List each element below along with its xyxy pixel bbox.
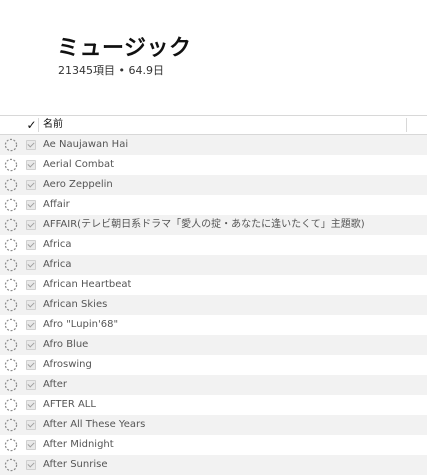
song-name: After <box>43 379 68 390</box>
dashed-circle-icon[interactable] <box>4 338 18 352</box>
song-checkbox[interactable] <box>26 200 36 210</box>
table-row[interactable]: Afro Blue <box>0 335 427 355</box>
song-checkbox[interactable] <box>26 140 36 150</box>
song-checkbox[interactable] <box>26 420 36 430</box>
table-row[interactable]: After Sunrise <box>0 455 427 475</box>
song-name: Afro "Lupin'68" <box>43 319 119 330</box>
table-row[interactable]: Africa <box>0 255 427 275</box>
song-name: Africa <box>43 239 72 250</box>
table-row[interactable]: Aerial Combat <box>0 155 427 175</box>
song-checkbox[interactable] <box>26 380 36 390</box>
library-header: ミュージック 21345項目 • 64.9日 <box>0 0 427 112</box>
song-checkbox[interactable] <box>26 400 36 410</box>
song-checkbox[interactable] <box>26 260 36 270</box>
song-name: African Skies <box>43 299 108 310</box>
name-column-header[interactable]: 名前 <box>43 116 63 134</box>
song-name: After All These Years <box>43 419 146 430</box>
library-summary: 21345項目 • 64.9日 <box>58 64 164 77</box>
table-row[interactable]: Ae Naujawan Hai <box>0 135 427 155</box>
table-row[interactable]: AFTER ALL <box>0 395 427 415</box>
column-divider[interactable] <box>38 118 39 132</box>
dashed-circle-icon[interactable] <box>4 318 18 332</box>
song-table: ✓ 名前 Ae Naujawan Hai Aerial Combat Aero Ze… <box>0 115 427 475</box>
page-title: ミュージック <box>57 36 192 61</box>
table-row[interactable]: Aero Zeppelin <box>0 175 427 195</box>
dashed-circle-icon[interactable] <box>4 138 18 152</box>
dashed-circle-icon[interactable] <box>4 158 18 172</box>
table-row[interactable]: Africa <box>0 235 427 255</box>
song-name: Afro Blue <box>43 339 89 350</box>
table-row[interactable]: African Heartbeat <box>0 275 427 295</box>
table-row[interactable]: After Midnight <box>0 435 427 455</box>
song-checkbox[interactable] <box>26 340 36 350</box>
song-list: Ae Naujawan Hai Aerial Combat Aero Zeppeli… <box>0 135 427 475</box>
song-checkbox[interactable] <box>26 160 36 170</box>
table-row[interactable]: Afro "Lupin'68" <box>0 315 427 335</box>
dashed-circle-icon[interactable] <box>4 418 18 432</box>
table-row[interactable]: After All These Years <box>0 415 427 435</box>
dashed-circle-icon[interactable] <box>4 458 18 472</box>
song-name: Aerial Combat <box>43 159 115 170</box>
dashed-circle-icon[interactable] <box>4 298 18 312</box>
column-divider[interactable] <box>406 118 407 132</box>
table-row[interactable]: Affair <box>0 195 427 215</box>
song-name: Affair <box>43 199 70 210</box>
dashed-circle-icon[interactable] <box>4 258 18 272</box>
table-row[interactable]: AFFAIR(テレビ朝日系ドラマ「愛人の掟・あなたに逢いたくて」主題歌) <box>0 215 427 235</box>
song-checkbox[interactable] <box>26 280 36 290</box>
song-checkbox[interactable] <box>26 460 36 470</box>
dashed-circle-icon[interactable] <box>4 218 18 232</box>
table-row[interactable]: After <box>0 375 427 395</box>
dashed-circle-icon[interactable] <box>4 178 18 192</box>
song-name: Aero Zeppelin <box>43 179 113 190</box>
song-name: Afroswing <box>43 359 92 370</box>
song-name: After Sunrise <box>43 459 108 470</box>
dashed-circle-icon[interactable] <box>4 198 18 212</box>
dashed-circle-icon[interactable] <box>4 438 18 452</box>
dashed-circle-icon[interactable] <box>4 238 18 252</box>
song-checkbox[interactable] <box>26 220 36 230</box>
song-checkbox[interactable] <box>26 180 36 190</box>
dashed-circle-icon[interactable] <box>4 398 18 412</box>
song-checkbox[interactable] <box>26 240 36 250</box>
dashed-circle-icon[interactable] <box>4 278 18 292</box>
song-checkbox[interactable] <box>26 360 36 370</box>
song-name: AFTER ALL <box>43 399 96 410</box>
table-row[interactable]: Afroswing <box>0 355 427 375</box>
dashed-circle-icon[interactable] <box>4 358 18 372</box>
song-checkbox[interactable] <box>26 320 36 330</box>
song-name: Africa <box>43 259 72 270</box>
table-header: ✓ 名前 <box>0 115 427 135</box>
table-row[interactable]: African Skies <box>0 295 427 315</box>
song-checkbox[interactable] <box>26 300 36 310</box>
dashed-circle-icon[interactable] <box>4 378 18 392</box>
song-name: Ae Naujawan Hai <box>43 139 129 150</box>
song-name: After Midnight <box>43 439 114 450</box>
song-name: African Heartbeat <box>43 279 132 290</box>
check-column-header[interactable]: ✓ <box>25 116 38 134</box>
song-checkbox[interactable] <box>26 440 36 450</box>
song-name: AFFAIR(テレビ朝日系ドラマ「愛人の掟・あなたに逢いたくて」主題歌) <box>43 219 365 230</box>
